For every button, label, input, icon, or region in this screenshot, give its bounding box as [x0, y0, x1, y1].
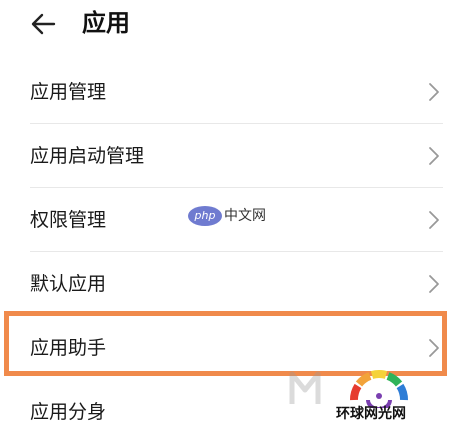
- list-item-app-management[interactable]: 应用管理: [0, 60, 457, 124]
- list-item-default-apps[interactable]: 默认应用: [0, 252, 457, 316]
- list-item-label: 应用分身: [30, 401, 107, 423]
- rainbow-logo-icon: [350, 370, 408, 408]
- chevron-right-icon: [429, 147, 439, 165]
- php-watermark-text: 中文网: [224, 208, 266, 224]
- app-settings-screen: 应用 应用管理 应用启动管理 权限管理 默认应用 应用助手 应用分身 php 中…: [0, 0, 457, 433]
- back-button[interactable]: [24, 6, 64, 42]
- header-bar: 应用: [0, 0, 457, 50]
- list-item-app-launch-management[interactable]: 应用启动管理: [0, 124, 457, 188]
- list-item-label: 应用助手: [30, 337, 107, 359]
- list-item-label: 权限管理: [30, 209, 107, 231]
- chevron-right-icon: [429, 275, 439, 293]
- logo-watermark-text: 环球网光网: [336, 406, 406, 422]
- list-item-label: 默认应用: [30, 273, 107, 295]
- chevron-right-icon: [429, 83, 439, 101]
- arrow-left-icon: [31, 13, 56, 35]
- php-logo-icon: php: [188, 206, 222, 226]
- chevron-right-icon: [429, 211, 439, 229]
- list-item-label: 应用管理: [30, 81, 107, 103]
- page-title: 应用: [82, 9, 130, 37]
- chevron-right-icon: [429, 339, 439, 357]
- faded-logo-icon: [289, 371, 321, 404]
- list-item-label: 应用启动管理: [30, 145, 145, 167]
